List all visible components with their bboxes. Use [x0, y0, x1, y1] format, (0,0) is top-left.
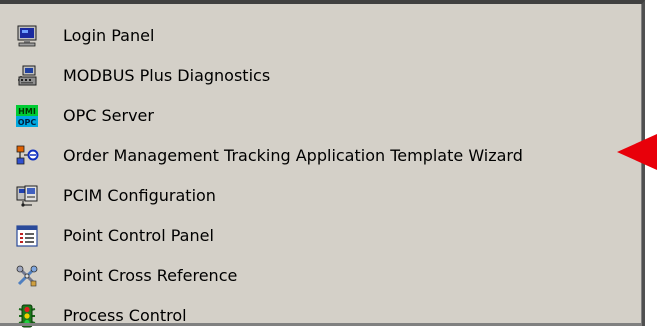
menu-bottom-border	[0, 323, 642, 326]
menu-item-process-control[interactable]: Process Control	[0, 296, 640, 332]
menu-item-point-control-panel[interactable]: Point Control Panel	[0, 216, 640, 256]
menu-item-point-cross-reference[interactable]: Point Cross Reference	[0, 256, 640, 296]
menu-item-order-management-wizard[interactable]: Order Management Tracking Application Te…	[0, 136, 640, 176]
menu-item-login-panel[interactable]: Login Panel	[0, 16, 640, 56]
program-menu: Login Panel MODBUS Plus Diagnostics HMI …	[0, 0, 645, 328]
menu-item-label: MODBUS Plus Diagnostics	[63, 66, 271, 85]
menu-item-pcim-configuration[interactable]: PCIM Configuration	[0, 176, 640, 216]
menu-item-label: Order Management Tracking Application Te…	[63, 146, 523, 165]
control-panel-icon	[15, 224, 39, 248]
tools-icon	[15, 264, 39, 288]
menu-item-label: Point Control Panel	[63, 226, 214, 245]
screenshot-stage: Login Panel MODBUS Plus Diagnostics HMI …	[0, 0, 657, 332]
svg-text:HMI: HMI	[18, 107, 36, 116]
menu-item-opc-server[interactable]: HMI OPC OPC Server	[0, 96, 640, 136]
monitor-icon	[15, 24, 39, 48]
menu-item-modbus-plus-diagnostics[interactable]: MODBUS Plus Diagnostics	[0, 56, 640, 96]
hmi-opc-icon: HMI OPC	[15, 104, 39, 128]
workflow-icon	[15, 144, 39, 168]
menu-item-label: Point Cross Reference	[63, 266, 238, 285]
menu-item-label: Login Panel	[63, 26, 155, 45]
network-device-icon	[15, 64, 39, 88]
menu-item-label: OPC Server	[63, 106, 154, 125]
menu-item-label: PCIM Configuration	[63, 186, 216, 205]
red-arrow-pointer-icon	[617, 134, 657, 170]
configuration-icon	[15, 184, 39, 208]
svg-text:OPC: OPC	[18, 118, 37, 127]
